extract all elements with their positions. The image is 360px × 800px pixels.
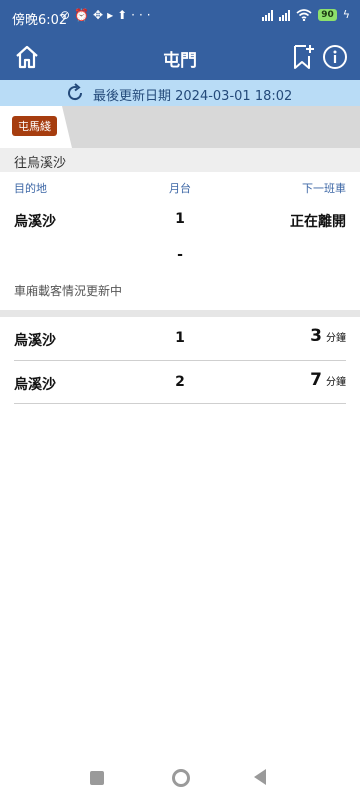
minutes: 3	[310, 326, 322, 346]
info-icon[interactable]	[322, 44, 348, 70]
section-divider	[0, 310, 360, 317]
destination: 烏溪沙	[14, 377, 56, 393]
arrival-time: 7 分鐘	[310, 370, 346, 390]
row-divider	[14, 403, 346, 404]
battery-icon: 90	[318, 8, 337, 21]
refresh-icon[interactable]	[64, 82, 86, 104]
platform: 1	[175, 330, 185, 346]
signal-icon	[279, 9, 291, 21]
direction-header: 往烏溪沙	[0, 148, 360, 172]
home-button-icon[interactable]	[172, 769, 190, 787]
next-train-header: 下一班車	[302, 182, 346, 195]
row-divider	[14, 360, 346, 361]
muted-notification-icon: ⊘	[60, 8, 75, 22]
direction-label: 往烏溪沙	[14, 156, 67, 171]
update-bar: 最後更新日期 2024-03-01 18:02	[0, 80, 360, 106]
location-icon: ✥	[93, 8, 108, 22]
train-status: 正在離開	[290, 214, 346, 230]
destination: 烏溪沙	[14, 214, 56, 230]
minutes: 7	[310, 370, 322, 390]
system-nav-bar	[0, 758, 360, 800]
play-icon: ▸	[107, 8, 118, 22]
minutes-unit: 分鐘	[326, 377, 346, 388]
last-updated-text: 最後更新日期 2024-03-01 18:02	[93, 89, 293, 104]
app-header: 屯門	[0, 34, 360, 80]
arrival-time: 3 分鐘	[310, 326, 346, 346]
recent-apps-icon[interactable]	[90, 771, 104, 785]
column-headers: 目的地 月台 下一班車	[0, 172, 360, 200]
crowd-status-note: 車廂載客情況更新中	[14, 284, 123, 298]
upload-icon: ⬆	[117, 8, 132, 22]
signal-icon	[262, 9, 274, 21]
back-icon[interactable]	[254, 769, 266, 785]
line-tabs: 屯馬綫	[0, 106, 360, 148]
charging-icon: ϟ	[342, 8, 350, 21]
status-time: 傍晚6:02	[12, 13, 68, 28]
destination: 烏溪沙	[14, 333, 56, 349]
platform: 2	[175, 374, 185, 390]
wifi-icon	[296, 8, 312, 21]
platform: 1	[175, 211, 185, 227]
system-icons: 90 ϟ	[262, 8, 350, 21]
crowd-indicator: -	[177, 247, 183, 263]
status-bar: 傍晚6:02 ⊘⏰✥▸⬆··· 90 ϟ	[0, 0, 360, 34]
bookmark-add-icon[interactable]	[292, 43, 316, 71]
alarm-icon: ⏰	[74, 8, 94, 22]
line-badge[interactable]: 屯馬綫	[12, 116, 57, 136]
minutes-unit: 分鐘	[326, 333, 346, 344]
more-icon: ···	[131, 8, 155, 22]
notification-icons: ⊘⏰✥▸⬆···	[60, 8, 155, 22]
